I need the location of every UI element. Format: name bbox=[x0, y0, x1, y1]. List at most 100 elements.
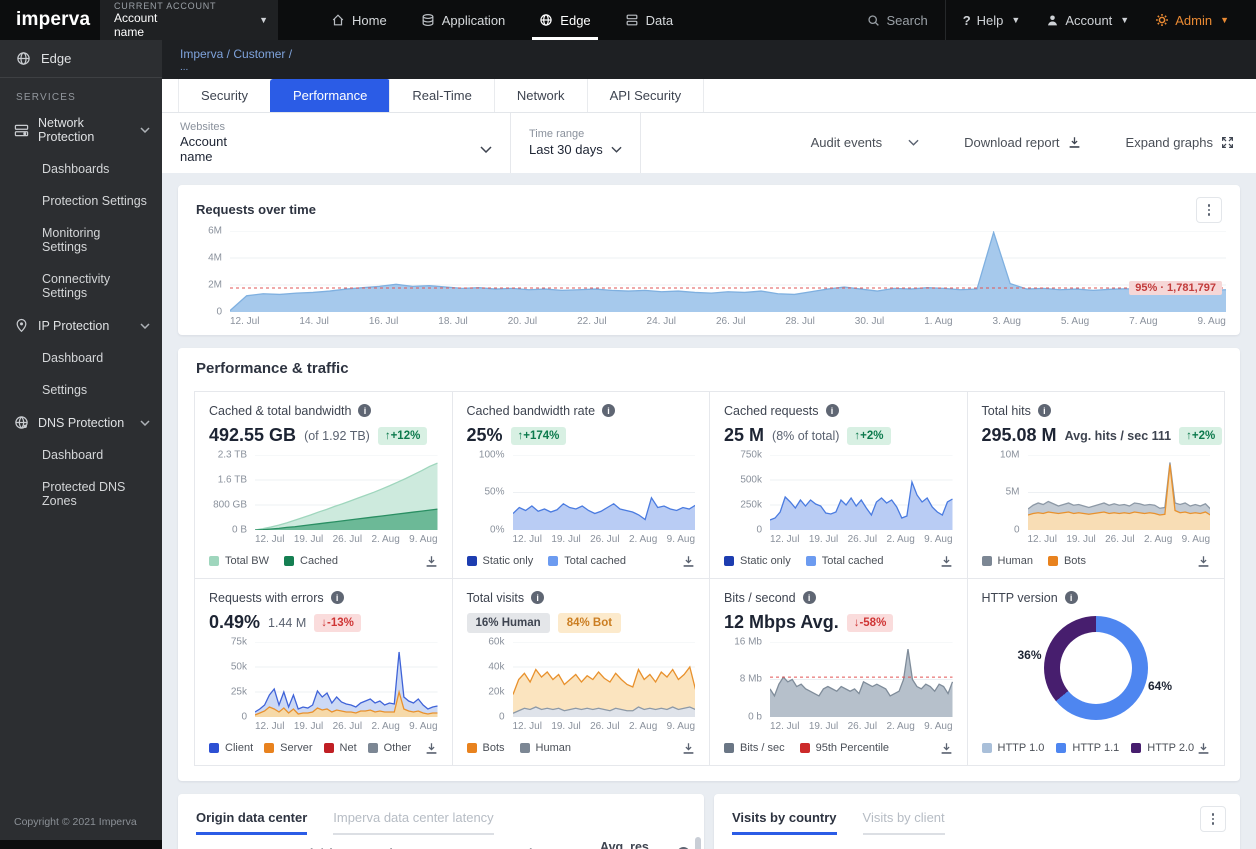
card-title: Cached requests bbox=[724, 403, 819, 418]
divider bbox=[639, 113, 641, 173]
download-icon[interactable] bbox=[940, 555, 953, 568]
legend-label: HTTP 1.0 bbox=[997, 742, 1045, 755]
nav-home[interactable]: Home bbox=[314, 0, 404, 40]
download-icon[interactable] bbox=[682, 742, 695, 755]
time-range-label: Time range bbox=[529, 128, 585, 141]
legend-swatch bbox=[284, 556, 295, 567]
trend-badge: ↑+2% bbox=[847, 426, 891, 445]
kebab-menu-button[interactable] bbox=[1196, 196, 1222, 223]
divider bbox=[944, 0, 946, 40]
caret-down-icon: ▼ bbox=[259, 15, 268, 25]
admin-menu[interactable]: Admin ▼ bbox=[1142, 0, 1242, 40]
top-navbar: imperva CURRENT ACCOUNT Account name ▼ H… bbox=[0, 0, 1256, 40]
search-icon bbox=[868, 14, 880, 26]
trend-badge: ↑+174% bbox=[510, 426, 567, 445]
websites-filter[interactable]: Websites Account name bbox=[162, 113, 510, 173]
breadcrumb-more[interactable]: ... bbox=[180, 62, 1238, 73]
sidebar-item-edge[interactable]: Edge bbox=[0, 40, 162, 78]
nav-edge[interactable]: Edge bbox=[522, 0, 607, 40]
card-title: Requests with errors bbox=[209, 590, 324, 605]
globe-icon bbox=[16, 51, 31, 66]
download-icon[interactable] bbox=[682, 555, 695, 568]
tab-real-time[interactable]: Real-Time bbox=[389, 79, 495, 112]
sidebar-item-protection-settings[interactable]: Protection Settings bbox=[0, 185, 162, 217]
sidebar-item-dashboards[interactable]: Dashboards bbox=[0, 153, 162, 185]
expand-graphs-button[interactable]: Expand graphs bbox=[1104, 113, 1256, 173]
filter-bar: Websites Account name Time range Last 30… bbox=[162, 113, 1256, 173]
info-icon[interactable]: i bbox=[1064, 591, 1078, 605]
bandwidth-chart: 2.3 TB 1.6 TB 800 GB 0 B 12. Jul 19. Jul 26. J… bbox=[213, 449, 438, 545]
admin-label: Admin bbox=[1175, 12, 1213, 28]
card-cached-total-bandwidth: Cached & total bandwidth i 492.55 GB (of… bbox=[194, 390, 453, 579]
account-person-icon bbox=[1048, 14, 1058, 25]
card-title: Cached bandwidth rate bbox=[466, 403, 596, 418]
current-account-selector[interactable]: CURRENT ACCOUNT Account name ▼ bbox=[100, 0, 278, 40]
sidebar-item-ip-settings[interactable]: Settings bbox=[0, 374, 162, 406]
tab-api-security[interactable]: API Security bbox=[586, 79, 705, 112]
legend-swatch bbox=[519, 743, 530, 754]
legend-swatch bbox=[1056, 743, 1067, 754]
topnav-right: Search ? Help ▼ Account ▼ Admin ▼ bbox=[854, 0, 1256, 40]
download-icon[interactable] bbox=[425, 742, 438, 755]
download-icon[interactable] bbox=[940, 742, 953, 755]
legend-swatch bbox=[805, 556, 816, 567]
tab-security[interactable]: Security bbox=[178, 79, 271, 112]
download-icon[interactable] bbox=[1197, 742, 1210, 755]
info-icon[interactable]: i bbox=[1037, 404, 1051, 418]
kebab-menu-button[interactable] bbox=[1200, 805, 1226, 832]
help-menu[interactable]: ? Help ▼ bbox=[950, 0, 1034, 40]
nav-application[interactable]: Application bbox=[404, 0, 523, 40]
websites-value: Account name bbox=[180, 134, 227, 164]
vertical-scrollbar[interactable] bbox=[695, 836, 701, 849]
chart-legend: Static only Total cached bbox=[466, 555, 626, 567]
donut-label-left: 36% bbox=[1017, 648, 1042, 663]
sidebar-item-ip-dashboard[interactable]: Dashboard bbox=[0, 342, 162, 374]
tab-imperva-dc-latency[interactable]: Imperva data center latency bbox=[333, 810, 494, 835]
nav-data[interactable]: Data bbox=[608, 0, 690, 40]
info-icon[interactable]: i bbox=[802, 591, 816, 605]
cached-rate-chart: 100% 50% 0% 12. Jul 19. Jul 26. Jul 2. Aug 9. A… bbox=[478, 449, 695, 545]
search-button[interactable]: Search bbox=[854, 0, 940, 40]
donut-label-right: 64% bbox=[1147, 678, 1172, 693]
legend-swatch bbox=[209, 743, 219, 754]
sidebar-item-connectivity-settings[interactable]: Connectivity Settings bbox=[0, 263, 162, 309]
table-header-row: Data centers (8/8) Location Current Hist… bbox=[178, 835, 704, 849]
metric-sub: Avg. hits / sec 111 bbox=[1064, 428, 1172, 443]
legend-swatch bbox=[724, 743, 734, 754]
current-account-label: CURRENT ACCOUNT bbox=[114, 0, 217, 11]
breadcrumb[interactable]: Imperva / Customer / bbox=[180, 47, 1238, 61]
legend-swatch bbox=[724, 556, 734, 567]
sidebar-group-network-protection[interactable]: Network Protection bbox=[0, 107, 162, 153]
tab-performance[interactable]: Performance bbox=[269, 79, 391, 112]
tab-visits-by-country[interactable]: Visits by country bbox=[732, 810, 837, 835]
time-range-filter[interactable]: Time range Last 30 days bbox=[511, 113, 640, 173]
legend-label: Total BW bbox=[225, 555, 270, 568]
info-icon[interactable]: i bbox=[358, 404, 372, 418]
info-icon[interactable]: i bbox=[531, 591, 545, 605]
legend-label: Bits / sec bbox=[740, 742, 785, 755]
legend-swatch bbox=[981, 743, 992, 754]
tab-network[interactable]: Network bbox=[493, 79, 588, 112]
tab-origin-data-center[interactable]: Origin data center bbox=[196, 810, 308, 835]
tab-visits-by-client[interactable]: Visits by client bbox=[862, 810, 945, 835]
sidebar-group-label: IP Protection bbox=[38, 318, 110, 333]
sidebar-group-dns-protection[interactable]: DNS Protection bbox=[0, 406, 162, 439]
sidebar-item-dns-dashboard[interactable]: Dashboard bbox=[0, 439, 162, 471]
total-visits-chart: 60k 40k 20k 0 12. Jul 19. Jul 26. Jul 2. Aug 9. … bbox=[488, 636, 695, 732]
sidebar-group-ip-protection[interactable]: IP Protection bbox=[0, 309, 162, 342]
info-icon[interactable]: i bbox=[825, 404, 839, 418]
sidebar-item-protected-dns-zones[interactable]: Protected DNS Zones bbox=[0, 471, 162, 517]
chevron-down-icon bbox=[140, 322, 150, 329]
trend-badge: ↓-58% bbox=[846, 613, 894, 632]
download-icon[interactable] bbox=[1197, 555, 1210, 568]
chevron-down-icon bbox=[140, 127, 150, 133]
download-icon[interactable] bbox=[425, 555, 438, 568]
account-menu[interactable]: Account ▼ bbox=[1033, 0, 1142, 40]
audit-events-dropdown[interactable]: Audit events bbox=[789, 113, 942, 173]
info-icon[interactable]: i bbox=[330, 591, 344, 605]
download-report-button[interactable]: Download report bbox=[942, 113, 1102, 173]
sidebar-item-monitoring-settings[interactable]: Monitoring Settings bbox=[0, 217, 162, 263]
metric-value: 12 Mbps Avg. bbox=[724, 612, 839, 633]
nav-home-label: Home bbox=[352, 12, 387, 28]
info-icon[interactable]: i bbox=[602, 404, 616, 418]
